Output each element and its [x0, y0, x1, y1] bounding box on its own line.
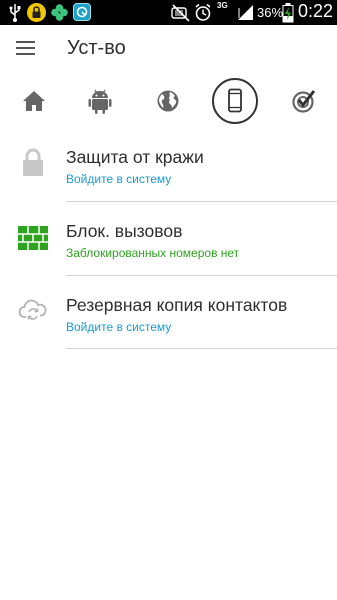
brick-wall-icon	[18, 226, 48, 250]
clock-time: 0:22	[298, 1, 334, 21]
tab-home[interactable]	[11, 78, 57, 124]
tab-web[interactable]	[145, 78, 191, 124]
status-bar: 3G 36% 0:22	[0, 0, 337, 25]
android-icon	[88, 89, 112, 114]
app-icon	[73, 3, 91, 21]
hamburger-menu-icon[interactable]	[16, 41, 36, 57]
category-tabs	[0, 78, 337, 128]
screen: 3G 36% 0:22 Уст-во Защита от кражи Войди…	[0, 0, 337, 600]
item-subtitle[interactable]: Войдите в систему	[66, 320, 171, 334]
padlock-icon	[23, 148, 43, 176]
mute-icon	[171, 4, 190, 22]
tab-security-check[interactable]	[281, 78, 327, 124]
battery-charging-icon	[282, 3, 294, 23]
item-subtitle: Заблокированных номеров нет	[66, 246, 240, 260]
signal-icon	[238, 5, 253, 20]
list-item-anti-theft[interactable]: Защита от кражи Войдите в систему	[0, 135, 337, 201]
list-item-call-blocking[interactable]: Блок. вызовов Заблокированных номеров не…	[0, 209, 337, 275]
clover-icon	[51, 4, 68, 21]
item-title: Блок. вызовов	[66, 221, 183, 241]
page-title: Уст-во	[67, 37, 126, 59]
item-subtitle[interactable]: Войдите в систему	[66, 172, 171, 186]
divider	[66, 348, 337, 349]
tab-device[interactable]	[212, 78, 258, 124]
usb-icon	[9, 4, 21, 22]
item-title: Резервная копия контактов	[66, 295, 288, 315]
phone-icon	[228, 88, 242, 113]
lock-app-icon	[27, 3, 46, 22]
alarm-icon	[195, 3, 211, 21]
divider	[66, 275, 337, 276]
item-title: Защита от кражи	[66, 147, 204, 167]
network-type-label: 3G	[217, 1, 228, 10]
cloud-sync-icon	[18, 299, 47, 320]
home-icon	[23, 91, 45, 111]
toolbar: Уст-во	[0, 25, 337, 75]
list-item-contacts-backup[interactable]: Резервная копия контактов Войдите в сист…	[0, 283, 337, 349]
tab-android[interactable]	[77, 78, 123, 124]
battery-percent: 36%	[257, 5, 284, 20]
divider	[66, 201, 337, 202]
checkmark-target-icon	[292, 90, 316, 113]
globe-icon	[157, 90, 179, 112]
